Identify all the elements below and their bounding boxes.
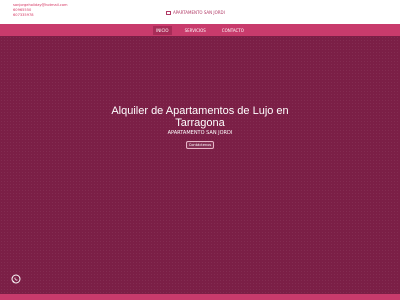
main-navigation: INICIO SERVICIOS CONTACTO <box>0 24 400 36</box>
contact-info: sanjorgeholiday@hotmail.com 60965550 607… <box>13 3 68 18</box>
contact-button[interactable]: Contáctenos <box>186 141 214 149</box>
bottom-bar <box>0 294 400 300</box>
whatsapp-icon[interactable] <box>11 274 21 284</box>
top-bar: sanjorgeholiday@hotmail.com 60965550 607… <box>0 0 400 24</box>
site-logo[interactable]: APARTAMENTO SAN JORDI <box>166 10 225 15</box>
hero-subtitle: APARTAMENTO SAN JORDI <box>167 130 233 136</box>
logo-image-icon <box>166 10 171 15</box>
nav-servicios[interactable]: SERVICIOS <box>182 26 209 35</box>
nav-contacto[interactable]: CONTACTO <box>219 26 247 35</box>
logo-text: APARTAMENTO SAN JORDI <box>173 10 225 15</box>
phone-link-2[interactable]: 607335978 <box>13 13 68 18</box>
hero-section <box>0 36 400 294</box>
hero-title: Alquiler de Apartamentos de Lujo en Tarr… <box>111 105 289 129</box>
nav-inicio[interactable]: INICIO <box>153 25 172 35</box>
